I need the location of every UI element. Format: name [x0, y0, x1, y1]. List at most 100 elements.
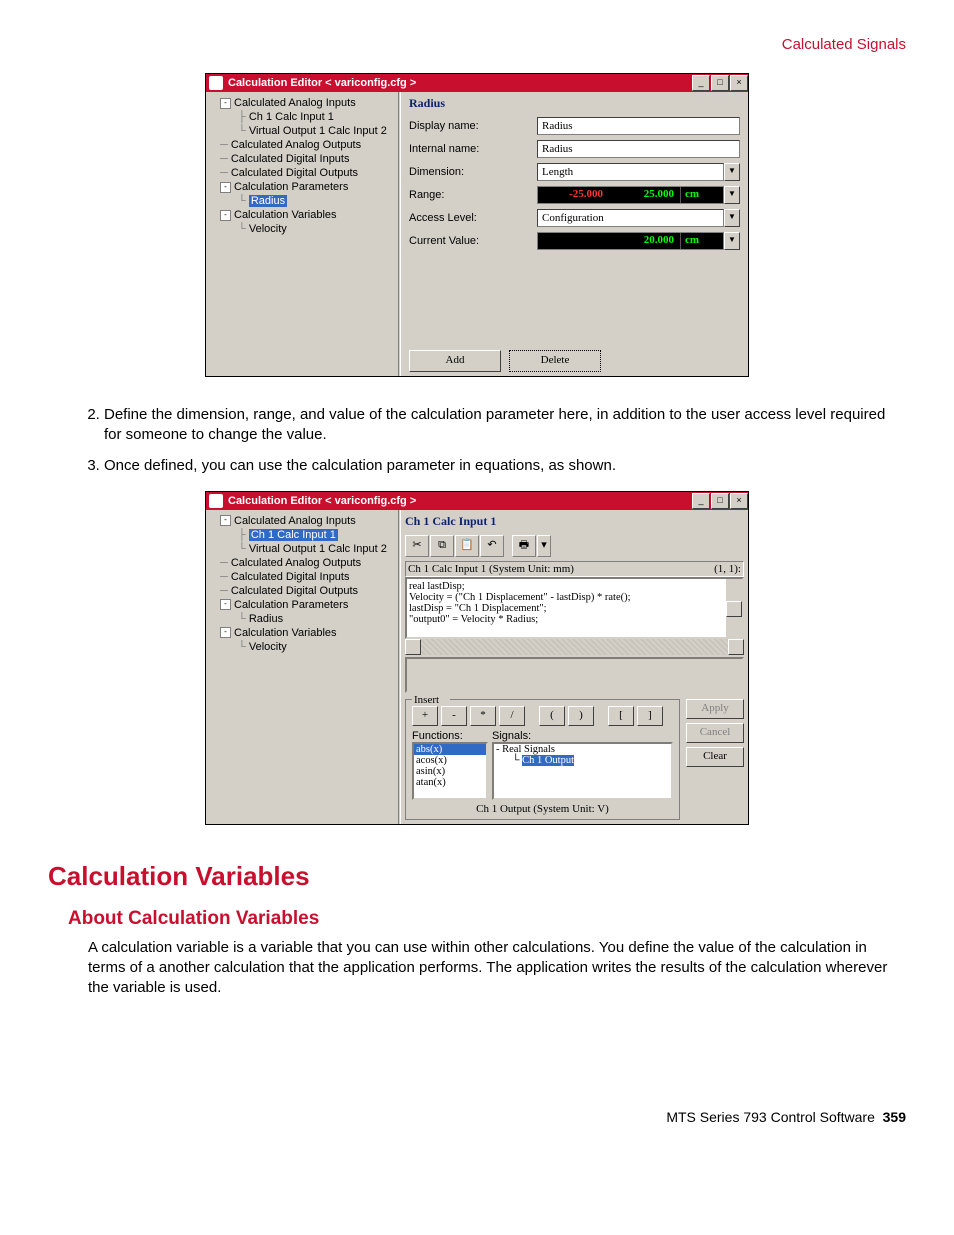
tree-item-vo1[interactable]: Virtual Output 1 Calc Input 2	[249, 125, 387, 137]
expand-icon[interactable]: -	[220, 210, 231, 221]
tree-item-ch1[interactable]: Ch 1 Calc Input 1	[249, 111, 334, 123]
apply-button[interactable]: Apply	[686, 699, 744, 719]
dropdown-icon[interactable]: ▼	[724, 186, 740, 204]
toolbar: ✂ ⧉ 📋 ↶ 🖶 ▾	[405, 535, 744, 557]
bottom-status: Ch 1 Output (System Unit: V)	[412, 803, 673, 815]
delete-button[interactable]: Delete	[509, 350, 601, 372]
vertical-scrollbar[interactable]	[726, 579, 742, 637]
page-number: 359	[883, 1109, 906, 1125]
window-title: Calculation Editor < variconfig.cfg >	[226, 495, 691, 507]
func-item[interactable]: abs(x)	[414, 744, 486, 755]
tree-item-radius[interactable]: Radius	[249, 613, 283, 625]
print-dropdown-icon[interactable]: ▾	[537, 535, 551, 557]
tree-item-analog-inputs[interactable]: Calculated Analog Inputs	[234, 97, 356, 109]
internal-name-field[interactable]	[537, 140, 740, 158]
expand-icon[interactable]: -	[220, 599, 231, 610]
maximize-button[interactable]: □	[711, 75, 729, 91]
op-plus[interactable]: +	[412, 706, 438, 726]
dropdown-icon[interactable]: ▼	[724, 209, 740, 227]
tree-item-vars[interactable]: Calculation Variables	[234, 627, 337, 639]
undo-icon[interactable]: ↶	[480, 535, 504, 557]
op-minus[interactable]: -	[441, 706, 467, 726]
window-titlebar[interactable]: Calculation Editor < variconfig.cfg > _ …	[206, 74, 748, 92]
op-mult[interactable]: *	[470, 706, 496, 726]
signals-group[interactable]: Real Signals	[502, 744, 555, 755]
display-name-field[interactable]	[537, 117, 740, 135]
signals-tree[interactable]: - Real Signals └ Ch 1 Output	[492, 742, 673, 800]
functions-list[interactable]: abs(x) acos(x) asin(x) atan(x)	[412, 742, 488, 800]
output-box	[405, 657, 744, 693]
scroll-up-icon[interactable]	[726, 601, 742, 617]
op-lbrack[interactable]: [	[608, 706, 634, 726]
access-combo[interactable]	[537, 209, 724, 227]
insert-fieldset: Insert + - * / ( ) [ ]	[405, 699, 680, 820]
op-rbrack[interactable]: ]	[637, 706, 663, 726]
tree-view[interactable]: -Calculated Analog Inputs ├ Ch 1 Calc In…	[206, 510, 398, 824]
tree-item-ch1[interactable]: Ch 1 Calc Input 1	[249, 529, 338, 541]
copy-icon[interactable]: ⧉	[430, 535, 454, 557]
dropdown-icon[interactable]: ▼	[724, 232, 740, 250]
tree-item-digital-inputs[interactable]: Calculated Digital Inputs	[231, 571, 350, 583]
cut-icon[interactable]: ✂	[405, 535, 429, 557]
scroll-right-icon[interactable]	[728, 639, 744, 655]
scroll-left-icon[interactable]	[405, 639, 421, 655]
tree-item-params[interactable]: Calculation Parameters	[234, 599, 348, 611]
close-button[interactable]: ×	[730, 75, 748, 91]
current-unit: cm	[680, 233, 723, 249]
operator-buttons: + - * / ( ) [ ]	[412, 706, 673, 726]
maximize-button[interactable]: □	[711, 493, 729, 509]
tree-item-digital-inputs[interactable]: Calculated Digital Inputs	[231, 153, 350, 165]
clear-button[interactable]: Clear	[686, 747, 744, 767]
dimension-combo[interactable]	[537, 163, 724, 181]
op-lparen[interactable]: (	[539, 706, 565, 726]
func-item[interactable]: acos(x)	[414, 755, 486, 766]
tree-item-vo1[interactable]: Virtual Output 1 Calc Input 2	[249, 543, 387, 555]
vertical-scrollbar[interactable]	[726, 659, 742, 691]
code-editor[interactable]: real lastDisp; Velocity = ("Ch 1 Displac…	[405, 577, 744, 639]
tree-item-analog-outputs[interactable]: Calculated Analog Outputs	[231, 139, 361, 151]
tree-item-digital-outputs[interactable]: Calculated Digital Outputs	[231, 167, 358, 179]
tree-item-analog-outputs[interactable]: Calculated Analog Outputs	[231, 557, 361, 569]
signals-label: Signals:	[492, 730, 673, 742]
expand-icon[interactable]: -	[220, 627, 231, 638]
page-footer: MTS Series 793 Control Software 359	[48, 1109, 906, 1125]
tree-item-digital-outputs[interactable]: Calculated Digital Outputs	[231, 585, 358, 597]
horizontal-scrollbar[interactable]	[405, 639, 744, 655]
current-value-display[interactable]: 20.000 cm	[537, 232, 724, 250]
tree-item-velocity[interactable]: Velocity	[249, 223, 287, 235]
tree-item-radius[interactable]: Radius	[249, 195, 287, 207]
expand-icon[interactable]: -	[220, 515, 231, 526]
cancel-button[interactable]: Cancel	[686, 723, 744, 743]
form-heading: Radius	[409, 96, 740, 111]
op-div[interactable]: /	[499, 706, 525, 726]
func-item[interactable]: atan(x)	[414, 777, 486, 788]
step-3: Once defined, you can use the calculatio…	[104, 456, 906, 476]
signal-item[interactable]: Ch 1 Output	[522, 755, 574, 766]
tree-item-params[interactable]: Calculation Parameters	[234, 181, 348, 193]
print-icon[interactable]: 🖶	[512, 535, 536, 557]
minimize-button[interactable]: _	[692, 75, 710, 91]
step-list: Define the dimension, range, and value o…	[48, 405, 906, 476]
tree-view[interactable]: -Calculated Analog Inputs ├ Ch 1 Calc In…	[206, 92, 398, 376]
expand-icon[interactable]: -	[220, 182, 231, 193]
window-calc-editor-2: Calculation Editor < variconfig.cfg > _ …	[205, 491, 749, 825]
form-panel: Radius Display name: Internal name: Dime…	[401, 92, 748, 376]
tree-item-vars[interactable]: Calculation Variables	[234, 209, 337, 221]
tree-item-velocity[interactable]: Velocity	[249, 641, 287, 653]
code-text: real lastDisp; Velocity = ("Ch 1 Displac…	[409, 581, 631, 625]
paste-icon[interactable]: 📋	[455, 535, 479, 557]
window-titlebar[interactable]: Calculation Editor < variconfig.cfg > _ …	[206, 492, 748, 510]
action-buttons: Apply Cancel Clear	[686, 699, 744, 820]
tree-item-analog-inputs[interactable]: Calculated Analog Inputs	[234, 515, 356, 527]
dropdown-icon[interactable]: ▼	[724, 163, 740, 181]
add-button[interactable]: Add	[409, 350, 501, 372]
range-display[interactable]: -25.000 25.000 cm	[537, 186, 724, 204]
minimize-button[interactable]: _	[692, 493, 710, 509]
close-button[interactable]: ×	[730, 493, 748, 509]
expand-icon[interactable]: -	[220, 98, 231, 109]
status-left: Ch 1 Calc Input 1 (System Unit: mm)	[408, 563, 714, 575]
op-rparen[interactable]: )	[568, 706, 594, 726]
expand-icon[interactable]: -	[496, 744, 500, 755]
app-icon	[209, 494, 223, 508]
func-item[interactable]: asin(x)	[414, 766, 486, 777]
